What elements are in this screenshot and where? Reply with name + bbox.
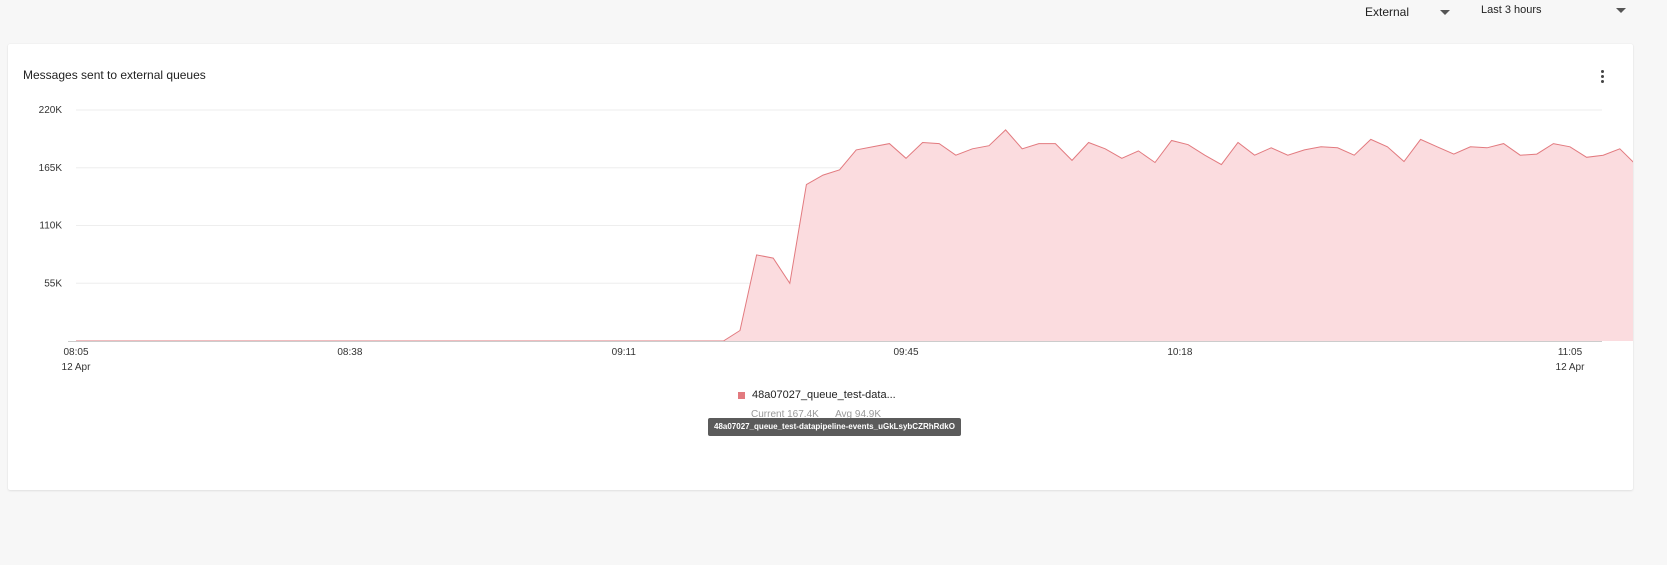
x-tick-date-label: 12 Apr	[1556, 362, 1586, 373]
time-range-select-value: Last 3 hours	[1481, 4, 1542, 16]
x-tick-label: 10:18	[1167, 347, 1192, 358]
x-tick-date-label: 12 Apr	[62, 362, 92, 373]
x-tick-label: 08:05	[63, 347, 88, 358]
source-select[interactable]: External	[1365, 0, 1450, 24]
legend-tooltip: 48a07027_queue_test-datapipeline-events_…	[708, 418, 961, 436]
chevron-down-icon	[1616, 8, 1626, 13]
y-tick-label: 55K	[44, 278, 62, 289]
source-select-value: External	[1365, 5, 1410, 19]
y-tick-label: 110K	[39, 221, 62, 232]
legend-item[interactable]: 48a07027_queue_test-data...	[738, 387, 896, 403]
x-tick-label: 09:45	[893, 347, 918, 358]
chevron-down-icon	[1440, 10, 1450, 15]
x-tick-label: 09:11	[612, 347, 637, 358]
y-tick-label: 220K	[39, 105, 63, 116]
x-tick-label: 08:38	[337, 347, 362, 358]
chart-panel: Messages sent to external queues 55K 110K…	[8, 44, 1633, 490]
legend-label: 48a07027_queue_test-data...	[752, 389, 896, 401]
series-area	[76, 129, 1633, 341]
filter-bar: External Last 3 hours	[0, 0, 1667, 40]
legend-swatch	[738, 391, 745, 399]
x-tick-label: 11:05	[1558, 347, 1583, 358]
y-tick-label: 165K	[39, 163, 63, 174]
time-range-select[interactable]: Last 3 hours	[1481, 0, 1626, 24]
chart-series	[76, 129, 1633, 342]
